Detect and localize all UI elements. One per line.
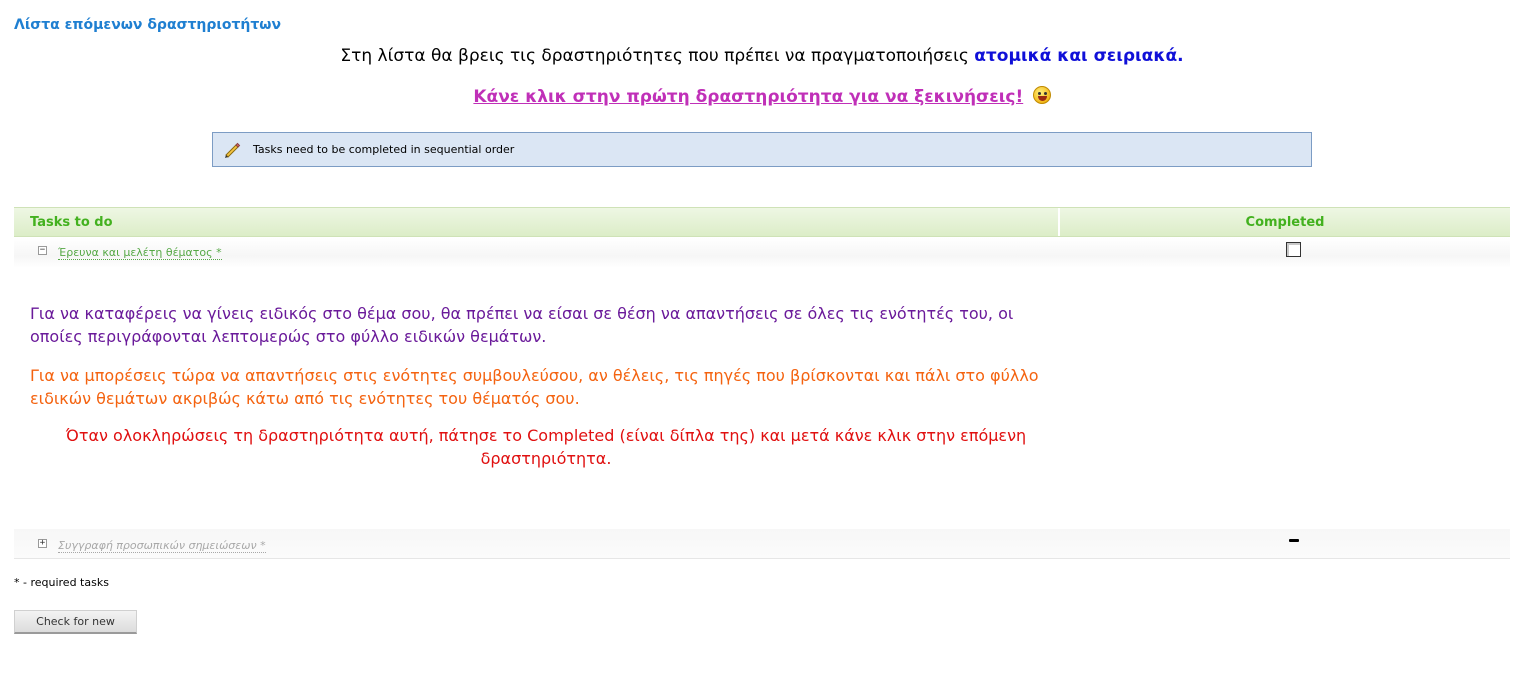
sequential-order-notice: Tasks need to be completed in sequential… <box>212 132 1312 167</box>
task-description-p2: Για να μπορέσεις τώρα να απαντήσεις στις… <box>30 366 1039 408</box>
start-first-activity-link[interactable]: Κάνε κλικ στην πρώτη δραστηριότητα για ν… <box>473 87 1023 107</box>
collapse-toggle[interactable]: − <box>38 246 47 255</box>
intro-text: Στη λίστα θα βρεις τις δραστηριότητες πο… <box>0 46 1524 66</box>
tasks-table-header: Tasks to do Completed <box>14 207 1510 237</box>
check-for-new-button[interactable]: Check for new <box>14 610 137 634</box>
notice-text: Tasks need to be completed in sequential… <box>253 143 515 156</box>
intro-highlight: ατομικά και σειριακά. <box>974 46 1184 66</box>
task-link-research[interactable]: Έρευνα και μελέτη θέματος * <box>58 246 222 260</box>
table-row: − Έρευνα και μελέτη θέματος * <box>14 238 1510 268</box>
page-title: Λίστα επόμενων δραστηριοτήτων <box>14 17 282 33</box>
table-row: + Συγγραφή προσωπικών σημειώσεων * <box>14 529 1510 559</box>
locked-status-icon <box>1289 539 1299 542</box>
task-description-p1: Για να καταφέρεις να γίνεις ειδικός στο … <box>30 304 1014 346</box>
completed-header: Completed <box>1245 214 1325 230</box>
task-link-notes[interactable]: Συγγραφή προσωπικών σημειώσεων * <box>58 539 266 553</box>
smiley-icon <box>1032 86 1051 104</box>
completed-checkbox[interactable] <box>1286 242 1301 257</box>
pencil-icon <box>223 142 241 158</box>
tasks-to-do-header: Tasks to do <box>14 208 1060 236</box>
intro-plain: Στη λίστα θα βρεις τις δραστηριότητες πο… <box>340 46 975 66</box>
task-description-p3: Όταν ολοκληρώσεις τη δραστηριότητα αυτή,… <box>65 426 1027 468</box>
required-legend: * - required tasks <box>14 576 109 589</box>
cta-line: Κάνε κλικ στην πρώτη δραστηριότητα για ν… <box>0 86 1524 107</box>
expand-toggle[interactable]: + <box>38 539 47 548</box>
